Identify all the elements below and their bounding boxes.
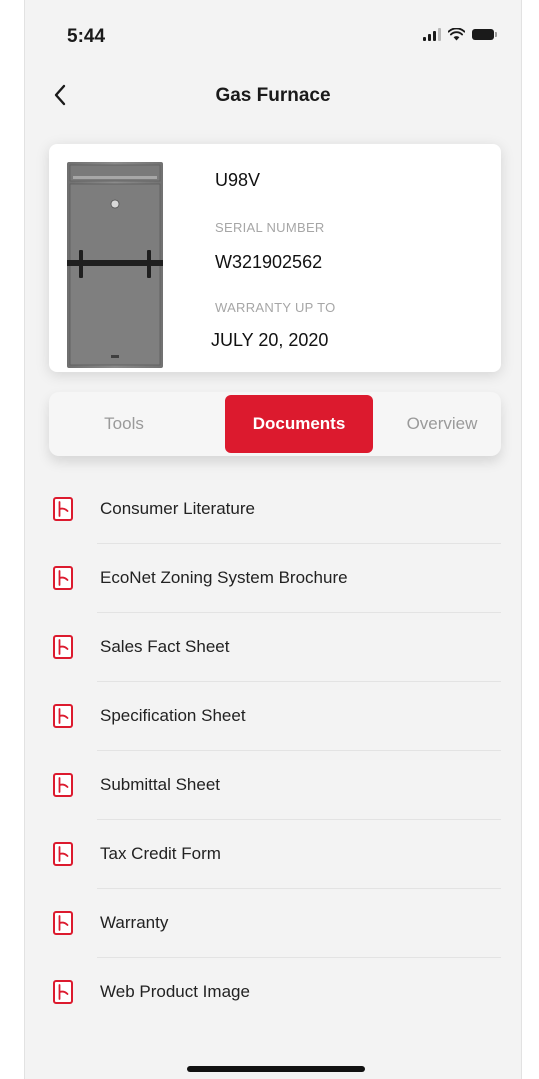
serial-number-value: W321902562 [215, 252, 323, 272]
pdf-icon [53, 566, 73, 590]
document-label: Submittal Sheet [100, 775, 221, 794]
battery-icon [472, 29, 497, 40]
document-label: EcoNet Zoning System Brochure [100, 568, 348, 587]
page-title: Gas Furnace [215, 85, 331, 106]
wifi-icon [448, 28, 465, 41]
status-bar: 5:44 [25, 0, 521, 70]
pdf-icon [53, 635, 73, 659]
document-label: Sales Fact Sheet [100, 637, 230, 656]
tab-bar: Tools Documents Overview [49, 392, 501, 456]
serial-number-label: SERIAL NUMBER [215, 220, 325, 235]
signal-icon [423, 28, 441, 41]
document-label: Specification Sheet [100, 706, 246, 725]
document-label: Warranty [100, 913, 169, 932]
tab-tools[interactable]: Tools [69, 395, 179, 453]
documents-list: Consumer Literature EcoNet Zoning System… [49, 475, 501, 1027]
pdf-icon [53, 704, 73, 728]
model-number: U98V [215, 170, 261, 190]
pdf-icon [53, 980, 73, 1004]
pdf-icon [53, 911, 73, 935]
document-item-sales-fact-sheet[interactable]: Sales Fact Sheet [49, 613, 501, 682]
document-item-econet-brochure[interactable]: EcoNet Zoning System Brochure [49, 544, 501, 613]
home-indicator[interactable] [187, 1066, 365, 1072]
document-item-submittal-sheet[interactable]: Submittal Sheet [49, 751, 501, 820]
pdf-icon [53, 842, 73, 866]
document-item-specification-sheet[interactable]: Specification Sheet [49, 682, 501, 751]
warranty-date-value: JULY 20, 2020 [211, 330, 329, 350]
nav-bar: Gas Furnace [25, 72, 521, 120]
document-item-web-product-image[interactable]: Web Product Image [49, 958, 501, 1027]
pdf-icon [53, 773, 73, 797]
document-item-tax-credit-form[interactable]: Tax Credit Form [49, 820, 501, 889]
status-icons [423, 28, 497, 41]
status-time: 5:44 [67, 26, 106, 47]
product-card: U98V SERIAL NUMBER W321902562 WARRANTY U… [49, 144, 501, 372]
phone-screen: 5:44 Gas Furnace U98V SERIAL NUMBER W321… [24, 0, 522, 1079]
document-label: Web Product Image [100, 982, 250, 1001]
tab-documents[interactable]: Documents [225, 395, 373, 453]
document-label: Consumer Literature [100, 499, 255, 518]
pdf-icon [53, 497, 73, 521]
document-item-warranty[interactable]: Warranty [49, 889, 501, 958]
furnace-image [67, 162, 163, 368]
warranty-label: WARRANTY UP TO [215, 300, 336, 315]
tab-overview[interactable]: Overview [387, 395, 497, 453]
document-item-consumer-literature[interactable]: Consumer Literature [49, 475, 501, 544]
document-label: Tax Credit Form [100, 844, 221, 863]
